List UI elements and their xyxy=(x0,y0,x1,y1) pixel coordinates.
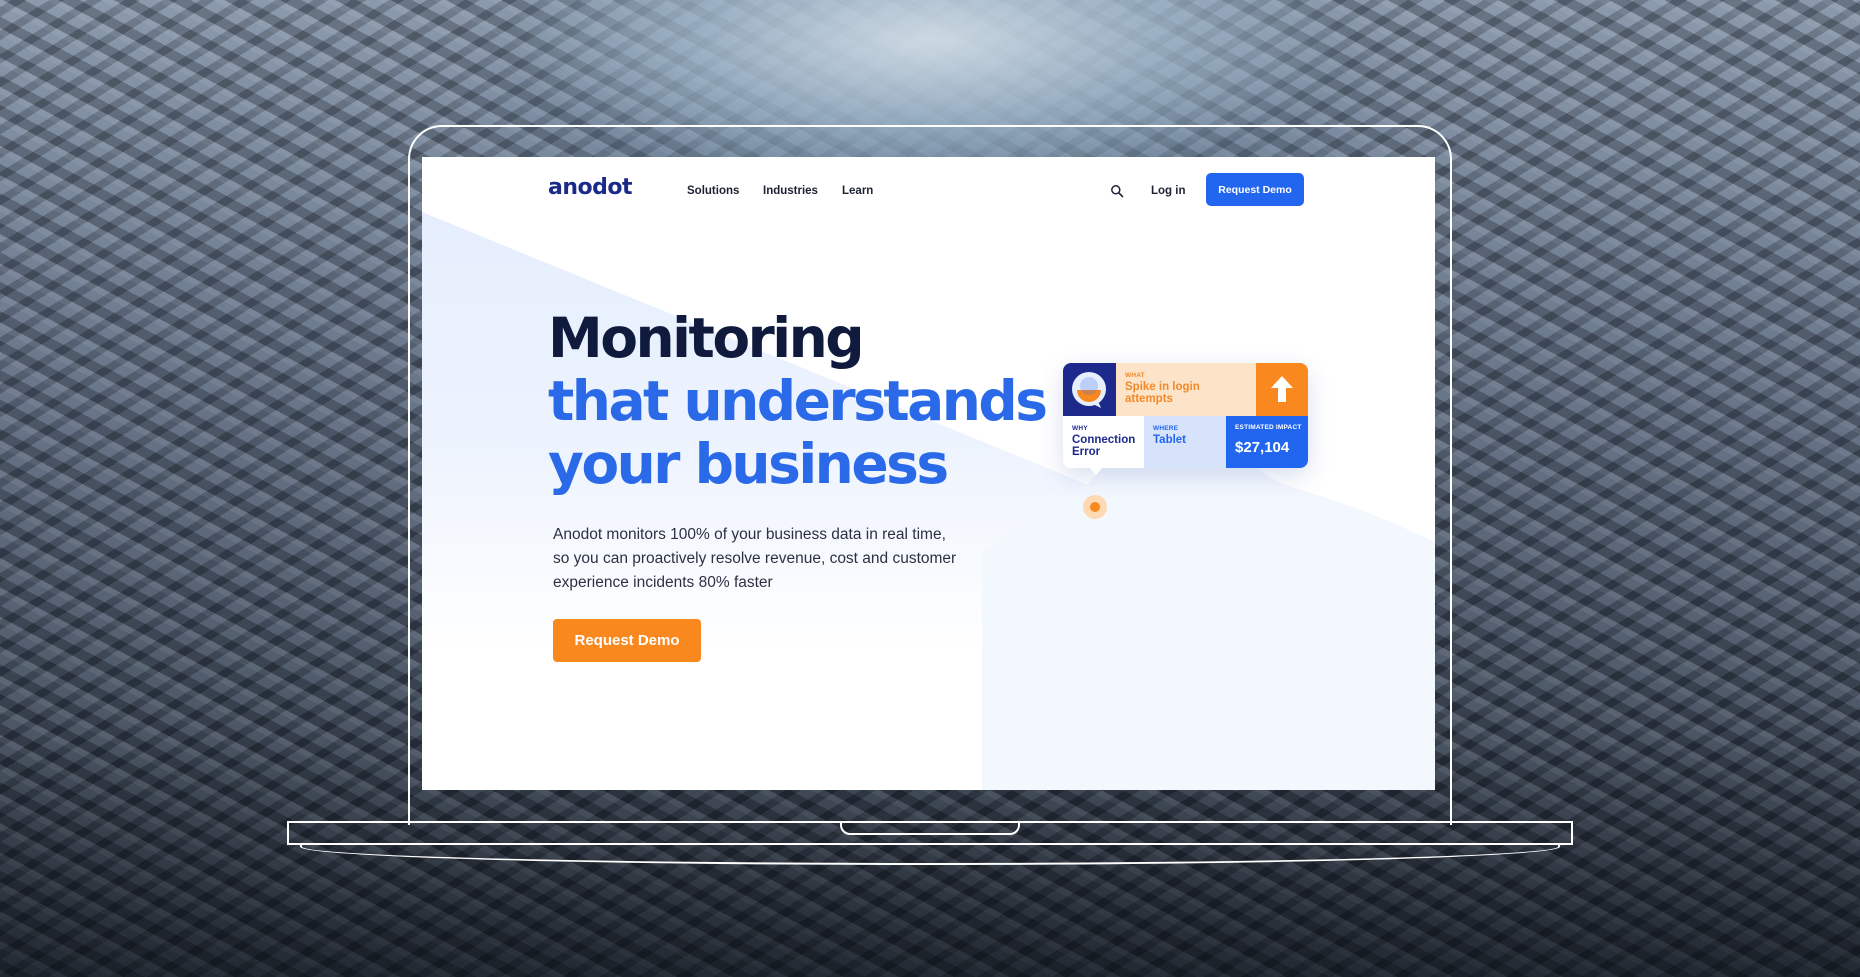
laptop-screen: anodot Solutions Industries Learn Log in… xyxy=(422,157,1435,790)
alert-why-value: Connection Error xyxy=(1072,434,1136,458)
search-icon[interactable] xyxy=(1110,184,1124,198)
alert-what-label: WHAT xyxy=(1125,372,1145,379)
nav-item-solutions[interactable]: Solutions xyxy=(687,185,739,197)
hero-request-demo-button[interactable]: Request Demo xyxy=(553,619,701,662)
laptop-notch xyxy=(840,821,1020,835)
login-link[interactable]: Log in xyxy=(1151,185,1186,197)
anodot-logo[interactable]: anodot xyxy=(548,175,633,200)
alert-card: WHAT Spike in login attempts WHY Connect… xyxy=(1063,363,1308,468)
hero-title-line2: that understands xyxy=(548,369,1048,433)
alert-what-cell: WHAT Spike in login attempts xyxy=(1116,363,1256,416)
alert-why-cell: WHY Connection Error xyxy=(1063,416,1144,468)
hero-title-line1: Monitoring xyxy=(548,306,865,370)
alert-impact-value: $27,104 xyxy=(1235,439,1290,456)
hero-description-line1: Anodot monitors 100% of your business da… xyxy=(553,526,946,543)
alert-where-cell: WHERE Tablet xyxy=(1144,416,1226,468)
hero-title: Monitoring that understands your busines… xyxy=(548,306,1048,496)
alert-impact-label: ESTIMATED IMPACT xyxy=(1235,424,1302,431)
alert-what-value: Spike in login attempts xyxy=(1125,381,1200,405)
anomaly-dot xyxy=(1090,502,1100,512)
hero-description-line2: so you can proactively resolve revenue, … xyxy=(553,550,957,567)
hero-description: Anodot monitors 100% of your business da… xyxy=(553,523,983,595)
alert-impact-cell: ESTIMATED IMPACT $27,104 xyxy=(1226,416,1308,468)
top-navigation: anodot Solutions Industries Learn Log in… xyxy=(422,157,1435,227)
nav-item-industries[interactable]: Industries xyxy=(763,185,818,197)
arrow-up-icon xyxy=(1256,363,1308,416)
nav-item-learn[interactable]: Learn xyxy=(842,185,873,197)
hero-description-line3: experience incidents 80% faster xyxy=(553,574,773,591)
hero-title-line3: your business xyxy=(548,432,949,496)
alert-where-value: Tablet xyxy=(1153,434,1187,446)
nav-request-demo-button[interactable]: Request Demo xyxy=(1206,173,1304,206)
avatar-icon xyxy=(1063,363,1116,416)
alert-where-label: WHERE xyxy=(1153,425,1179,432)
alert-why-label: WHY xyxy=(1072,425,1088,432)
alert-card-pointer xyxy=(1089,467,1103,475)
